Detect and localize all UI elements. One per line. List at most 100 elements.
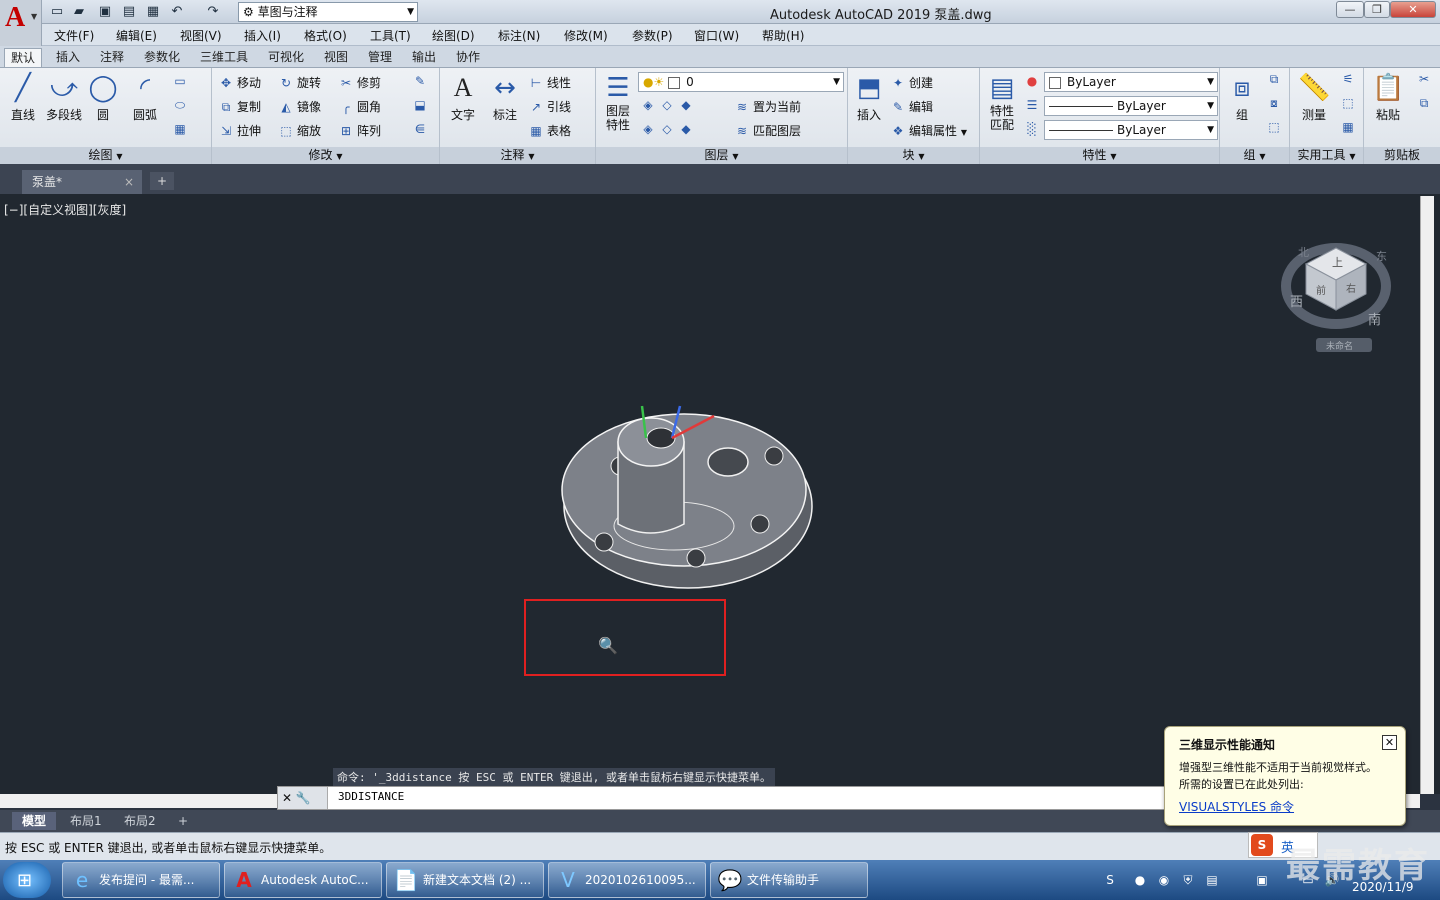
move-button[interactable]: ✥ 移动 [218,74,261,91]
print-icon[interactable]: ▦ [144,3,162,21]
command-line-grip[interactable]: ✕ 🔧 [278,787,328,809]
command-input[interactable] [338,790,1118,803]
polyline-button[interactable]: ⤻ 多段线 [44,72,84,123]
make-current-button[interactable]: ≋ 置为当前 [734,98,801,115]
viewcube[interactable]: 上 前 右 西 南 北 东 未命名 [1280,228,1396,368]
compass-east[interactable]: 东 [1376,250,1387,263]
panel-title-draw[interactable]: 绘图 ▼ [0,147,211,164]
rectangle-button[interactable]: ▭ [172,74,191,88]
edit-block-button[interactable]: ✎ 编辑 [890,98,933,115]
compass-west[interactable]: 西 [1290,295,1303,310]
start-button[interactable]: ⊞ [3,862,51,898]
select-all-button[interactable]: ⬚ [1340,96,1359,110]
leader-button[interactable]: ↗ 引线 [528,98,571,115]
menu-window[interactable]: 窗口(W) [694,27,739,44]
wechat-tray-icon[interactable]: ● [1132,872,1148,888]
close-icon[interactable]: × [124,170,134,194]
tab-visualize[interactable]: 可视化 [262,48,310,67]
new-file-icon[interactable]: ▭ [48,3,66,21]
save-icon[interactable]: ▣ [96,3,114,21]
insert-block-button[interactable]: ⬒ 插入 [850,72,888,123]
copy-clip-button[interactable]: ⧉ [1416,96,1435,111]
vertical-scrollbar[interactable] [1420,196,1434,794]
undo-icon[interactable]: ↶ [168,3,186,21]
group-select-button[interactable]: ⬚ [1266,120,1285,134]
menu-modify[interactable]: 修改(M) [564,27,608,44]
tab-default[interactable]: 默认 [4,48,43,67]
sogou-tray-icon[interactable]: S [1102,872,1118,888]
menu-format[interactable]: 格式(O) [304,27,347,44]
quick-select-button[interactable]: ⚟ [1340,72,1359,86]
tab-collaborate[interactable]: 协作 [450,48,486,67]
copy-button[interactable]: ⧉ 复制 [218,98,261,115]
array-button[interactable]: ⊞ 阵列 [338,122,381,139]
close-icon[interactable]: ✕ [1382,735,1397,750]
lineweight-select[interactable]: ByLayer ▼ [1044,120,1218,140]
panel-title-groups[interactable]: 组 ▼ [1220,147,1289,164]
linetype-select[interactable]: ByLayer ▼ [1044,96,1218,116]
taskbar-item-wechat[interactable]: 💬 文件传输助手 [710,862,868,898]
line-button[interactable]: ╱ 直线 [6,72,40,123]
circle-button[interactable]: ◯ 圆 [86,72,120,123]
taskbar-item-autocad[interactable]: A Autodesk AutoC... [224,862,382,898]
tab-annotate[interactable]: 注释 [94,48,130,67]
viewport-controls[interactable]: [−][自定义视图][灰度] [4,201,126,218]
document-tab[interactable]: 泵盖* × [22,170,142,194]
color-select[interactable]: ByLayer ▼ [1044,72,1218,92]
drawing-canvas[interactable]: [−][自定义视图][灰度] 上 前 右 西 南 北 东 未命名 🔍 命令: '… [0,194,1440,794]
tab-layout1[interactable]: 布局1 [60,812,112,830]
transparency-icon[interactable]: ░ [1024,122,1043,136]
layer-tool-2[interactable]: ◈ ◇ ◆ [640,122,697,136]
panel-title-properties[interactable]: 特性 ▼ [980,147,1219,164]
pump-cover-model[interactable] [556,398,820,610]
arc-button[interactable]: ◜ 圆弧 [128,72,162,123]
menu-edit[interactable]: 编辑(E) [116,27,157,44]
match-layer-button[interactable]: ≋ 匹配图层 [734,122,801,139]
maximize-button[interactable]: ❐ [1364,1,1390,18]
menu-insert[interactable]: 插入(I) [244,27,281,44]
weibo-tray-icon[interactable]: ◉ [1156,872,1172,888]
redo-icon[interactable]: ↷ [204,3,222,21]
match-properties-button[interactable]: ▤ 特性 匹配 [984,72,1020,132]
layer-select[interactable]: ●☀ 0 ▼ [638,72,844,92]
compass-north[interactable]: 北 [1298,246,1309,259]
network-icon[interactable]: ▤ [1204,872,1220,888]
fillet-button[interactable]: ╭ 圆角 [338,98,381,115]
text-button[interactable]: A 文字 [446,72,480,123]
panel-title-annotation[interactable]: 注释 ▼ [440,147,595,164]
hatch-button[interactable]: ▦ [172,122,191,136]
menu-file[interactable]: 文件(F) [54,27,94,44]
tab-3d-tools[interactable]: 三维工具 [194,48,254,67]
app-menu-button[interactable]: A ▼ [0,0,42,48]
tab-insert[interactable]: 插入 [50,48,86,67]
tab-output[interactable]: 输出 [406,48,442,67]
wrench-icon[interactable]: 🔧 [296,791,311,805]
edit-attributes-button[interactable]: ❖ 编辑属性 ▼ [890,122,967,139]
group-button[interactable]: ⧈ 组 [1222,72,1262,123]
explode-button[interactable]: ⬓ [412,98,431,112]
calculator-button[interactable]: ▦ [1340,120,1359,134]
tab-model[interactable]: 模型 [12,812,57,830]
ungroup-button[interactable]: ⧉ [1266,72,1285,87]
stretch-button[interactable]: ⇲ 拉伸 [218,122,261,139]
layer-properties-button[interactable]: ☰ 图层 特性 [600,72,636,132]
add-layout-button[interactable]: + [168,812,198,830]
offset-button[interactable]: ⋹ [412,122,431,136]
new-tab-button[interactable]: + [150,172,174,190]
group-edit-button[interactable]: ⧇ [1266,96,1285,111]
menu-view[interactable]: 视图(V) [180,27,222,44]
tab-layout2[interactable]: 布局2 [114,812,166,830]
table-button[interactable]: ▦ 表格 [528,122,571,139]
linear-button[interactable]: ⊢ 线性 [528,74,571,91]
measure-button[interactable]: 📏 测量 [1294,72,1334,123]
erase-button[interactable]: ✎ [412,74,431,88]
lineweight-icon[interactable]: ☰ [1024,98,1043,112]
panel-title-utilities[interactable]: 实用工具 ▼ [1290,147,1363,164]
taskbar-item-notepad[interactable]: 📄 新建文本文档 (2) ... [386,862,544,898]
save-as-icon[interactable]: ▤ [120,3,138,21]
tab-view[interactable]: 视图 [318,48,354,67]
rotate-button[interactable]: ↻ 旋转 [278,74,321,91]
menu-dimension[interactable]: 标注(N) [498,27,540,44]
create-block-button[interactable]: ✦ 创建 [890,74,933,91]
dimension-button[interactable]: ↔ 标注 [488,72,522,123]
